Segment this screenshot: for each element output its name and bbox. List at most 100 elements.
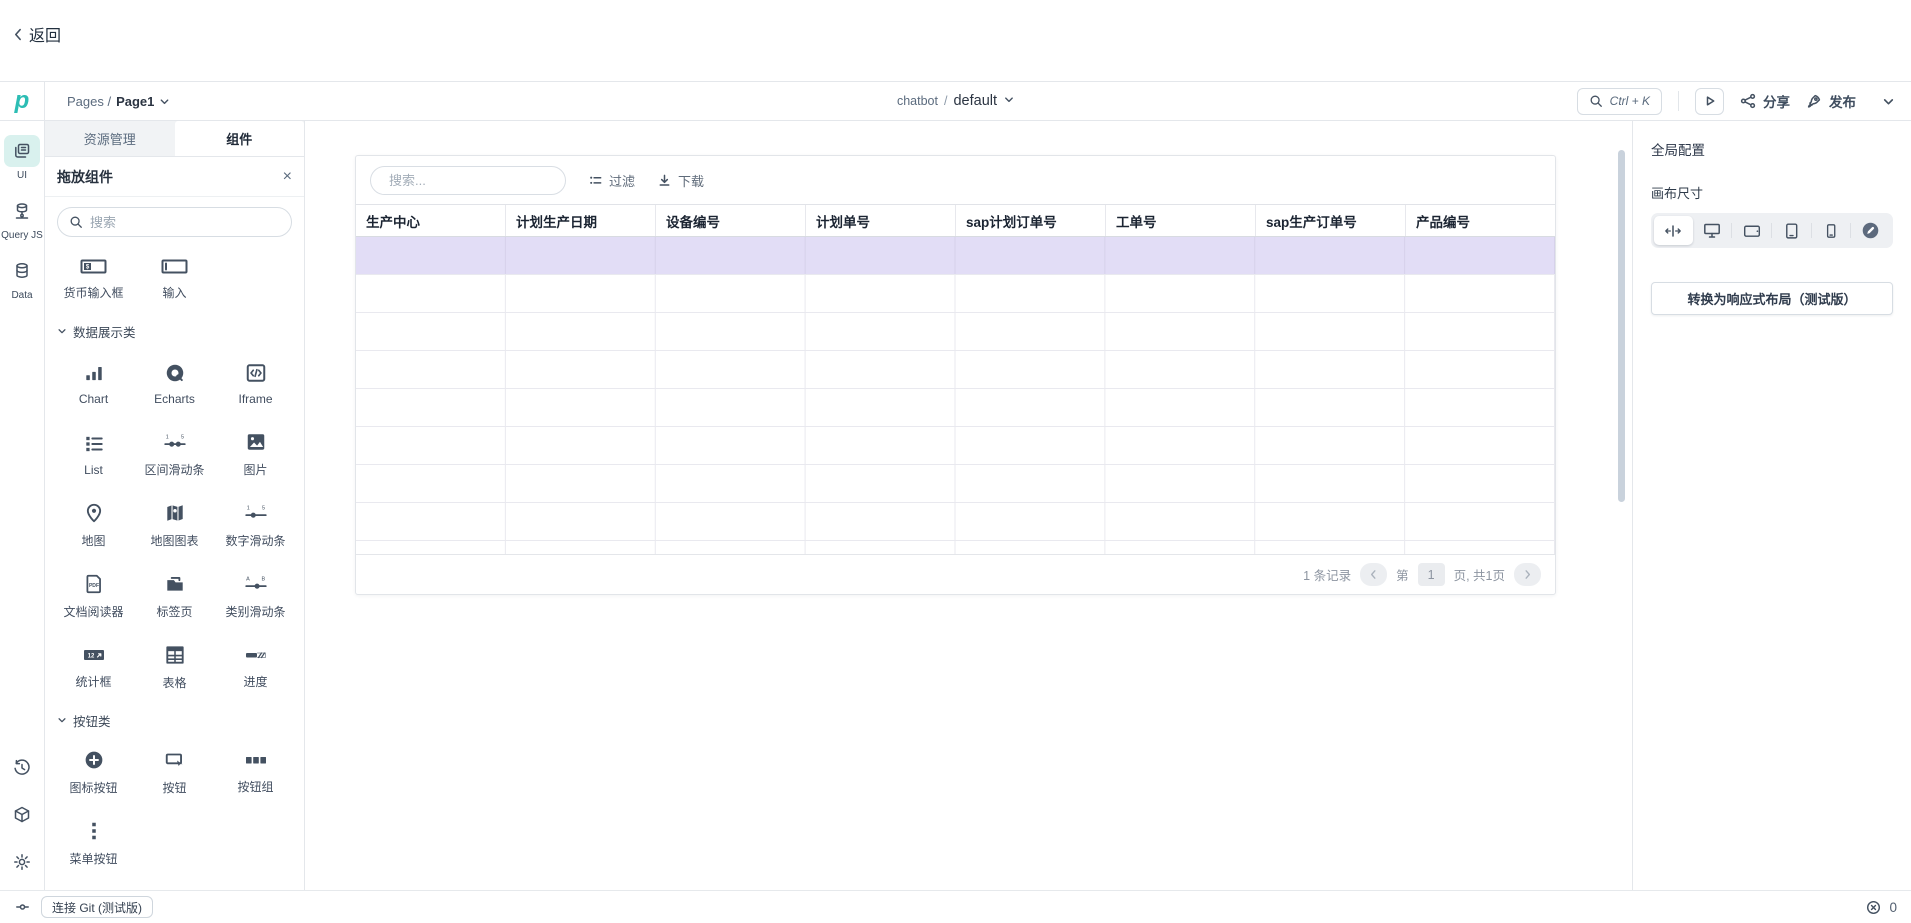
download-button[interactable]: 下载 [657,171,704,190]
canvas-size-desktop[interactable] [1693,216,1732,245]
prev-page-button[interactable] [1360,563,1387,586]
component-item-number-slider[interactable]: 15 数字滑动条 [215,490,296,561]
canvas-scrollbar[interactable] [1618,150,1625,502]
gear-icon[interactable] [12,852,32,872]
component-item-tabs[interactable]: 标签页 [134,561,215,632]
cube-icon[interactable] [12,805,32,825]
component-item-label: 按钮组 [237,778,273,795]
menu-button-icon [83,820,105,842]
component-item-document-viewer[interactable]: PDF 文档阅读器 [53,561,134,632]
column-header[interactable]: 设备编号 [655,205,805,236]
component-item-input[interactable]: 输入 [134,243,215,314]
header-divider [1678,91,1679,111]
editor-canvas[interactable]: 过滤 下载 生产中心 计划生产日期 设备编号 计划单号 sap计划订单号 工单号… [305,121,1632,890]
publish-options-chevron-icon[interactable] [1882,95,1895,108]
component-item-stat-box[interactable]: 12 统计框 [53,632,134,703]
table-row[interactable] [356,275,1555,313]
iframe-icon [245,362,267,384]
component-item-chart[interactable]: Chart [53,348,134,419]
column-header[interactable]: 生产中心 [356,205,505,236]
search-icon [1589,94,1603,108]
component-item-list[interactable]: List [53,419,134,490]
canvas-size-segmented-control [1651,213,1893,248]
share-button[interactable]: 分享 [1740,91,1790,111]
component-item-map-chart[interactable]: 地图图表 [134,490,215,561]
table-row-selected[interactable] [356,237,1555,275]
column-header[interactable]: 计划单号 [805,205,955,236]
svg-text:1: 1 [165,435,168,441]
column-header[interactable]: 工单号 [1105,205,1255,236]
table-row[interactable] [356,313,1555,351]
column-header[interactable]: sap计划订单号 [955,205,1105,236]
history-icon[interactable] [12,758,32,778]
component-item-button[interactable]: 按钮 [134,737,215,808]
table-row[interactable] [356,351,1555,389]
rail-item-query-js[interactable]: Query JS [1,195,43,241]
rail-label-ui: UI [17,170,27,181]
component-panel: 资源管理 组件 拖放组件 × $ 货币输入框 输入 数据展示类 Chart [45,121,305,890]
filter-button[interactable]: 过滤 [588,171,635,190]
column-header[interactable]: 计划生产日期 [505,205,655,236]
table-row[interactable] [356,427,1555,465]
component-item-icon-button[interactable]: 图标按钮 [53,737,134,808]
chevron-down-icon [1003,94,1014,105]
search-icon [69,215,83,229]
table-row[interactable] [356,503,1555,541]
table-icon [164,644,186,666]
preview-play-button[interactable] [1695,88,1724,115]
component-item-iframe[interactable]: Iframe [215,348,296,419]
app-separator: / [944,94,947,108]
component-item-echarts[interactable]: Echarts [134,348,215,419]
app-logo[interactable]: p [0,82,45,120]
component-item-button-group[interactable]: 按钮组 [215,737,296,808]
column-header[interactable]: 产品编号 [1405,205,1555,236]
canvas-size-fluid[interactable] [1654,216,1693,245]
app-env-switcher[interactable]: chatbot / default [897,93,1014,109]
connect-git-button[interactable]: 连接 Git (测试版) [41,896,153,918]
component-item-map[interactable]: 地图 [53,490,134,561]
component-item-progress[interactable]: 进度 [215,632,296,703]
fluid-width-icon [1664,223,1682,239]
table-header-row: 生产中心 计划生产日期 设备编号 计划单号 sap计划订单号 工单号 sap生产… [356,204,1555,237]
publish-button[interactable]: 发布 [1806,91,1856,111]
list-icon [83,433,105,455]
table-row[interactable] [356,465,1555,503]
bottom-status-bar: 连接 Git (测试版) 0 [0,890,1911,923]
rail-item-data[interactable]: Data [4,255,40,301]
canvas-size-label: 画布尺寸 [1651,183,1893,202]
group-header-data-display[interactable]: 数据展示类 [53,314,296,348]
component-item-currency-input[interactable]: $ 货币输入框 [53,243,134,314]
close-icon[interactable]: × [283,169,292,185]
convert-responsive-button[interactable]: 转换为响应式布局（测试版） [1651,282,1893,315]
canvas-size-mobile[interactable] [1812,216,1851,245]
component-item-label: List [84,463,103,477]
component-item-range-slider[interactable]: 15 区间滑动条 [134,419,215,490]
back-button[interactable]: 返回 [12,22,61,46]
global-search-button[interactable]: Ctrl + K [1577,88,1662,115]
component-item-label: 统计框 [75,673,111,690]
error-indicator[interactable]: 0 [1866,900,1897,915]
table-search-input[interactable] [389,173,565,188]
canvas-size-custom-edit[interactable] [1851,216,1890,245]
table-row[interactable] [356,389,1555,427]
share-nodes-icon [1740,93,1756,109]
breadcrumb[interactable]: Pages / Page1 [67,94,170,109]
table-widget[interactable]: 过滤 下载 生产中心 计划生产日期 设备编号 计划单号 sap计划订单号 工单号… [355,155,1556,595]
tab-resources[interactable]: 资源管理 [45,121,175,156]
table-body [356,237,1555,554]
group-header-buttons[interactable]: 按钮类 [53,703,296,737]
tab-components[interactable]: 组件 [175,121,305,156]
column-header[interactable]: sap生产订单号 [1255,205,1405,236]
component-search-input[interactable] [90,215,280,230]
component-item-image[interactable]: 图片 [215,419,296,490]
canvas-size-tablet-portrait[interactable] [1772,216,1811,245]
canvas-size-tablet-landscape[interactable] [1732,216,1771,245]
page-number-box[interactable]: 1 [1418,563,1445,586]
table-row[interactable] [356,541,1555,554]
group-title: 按钮类 [73,711,111,730]
rail-item-ui[interactable]: UI [4,135,40,181]
next-page-button[interactable] [1514,563,1541,586]
component-item-table[interactable]: 表格 [134,632,215,703]
component-item-category-slider[interactable]: AB 类别滑动条 [215,561,296,632]
component-item-menu-button[interactable]: 菜单按钮 [53,808,134,879]
